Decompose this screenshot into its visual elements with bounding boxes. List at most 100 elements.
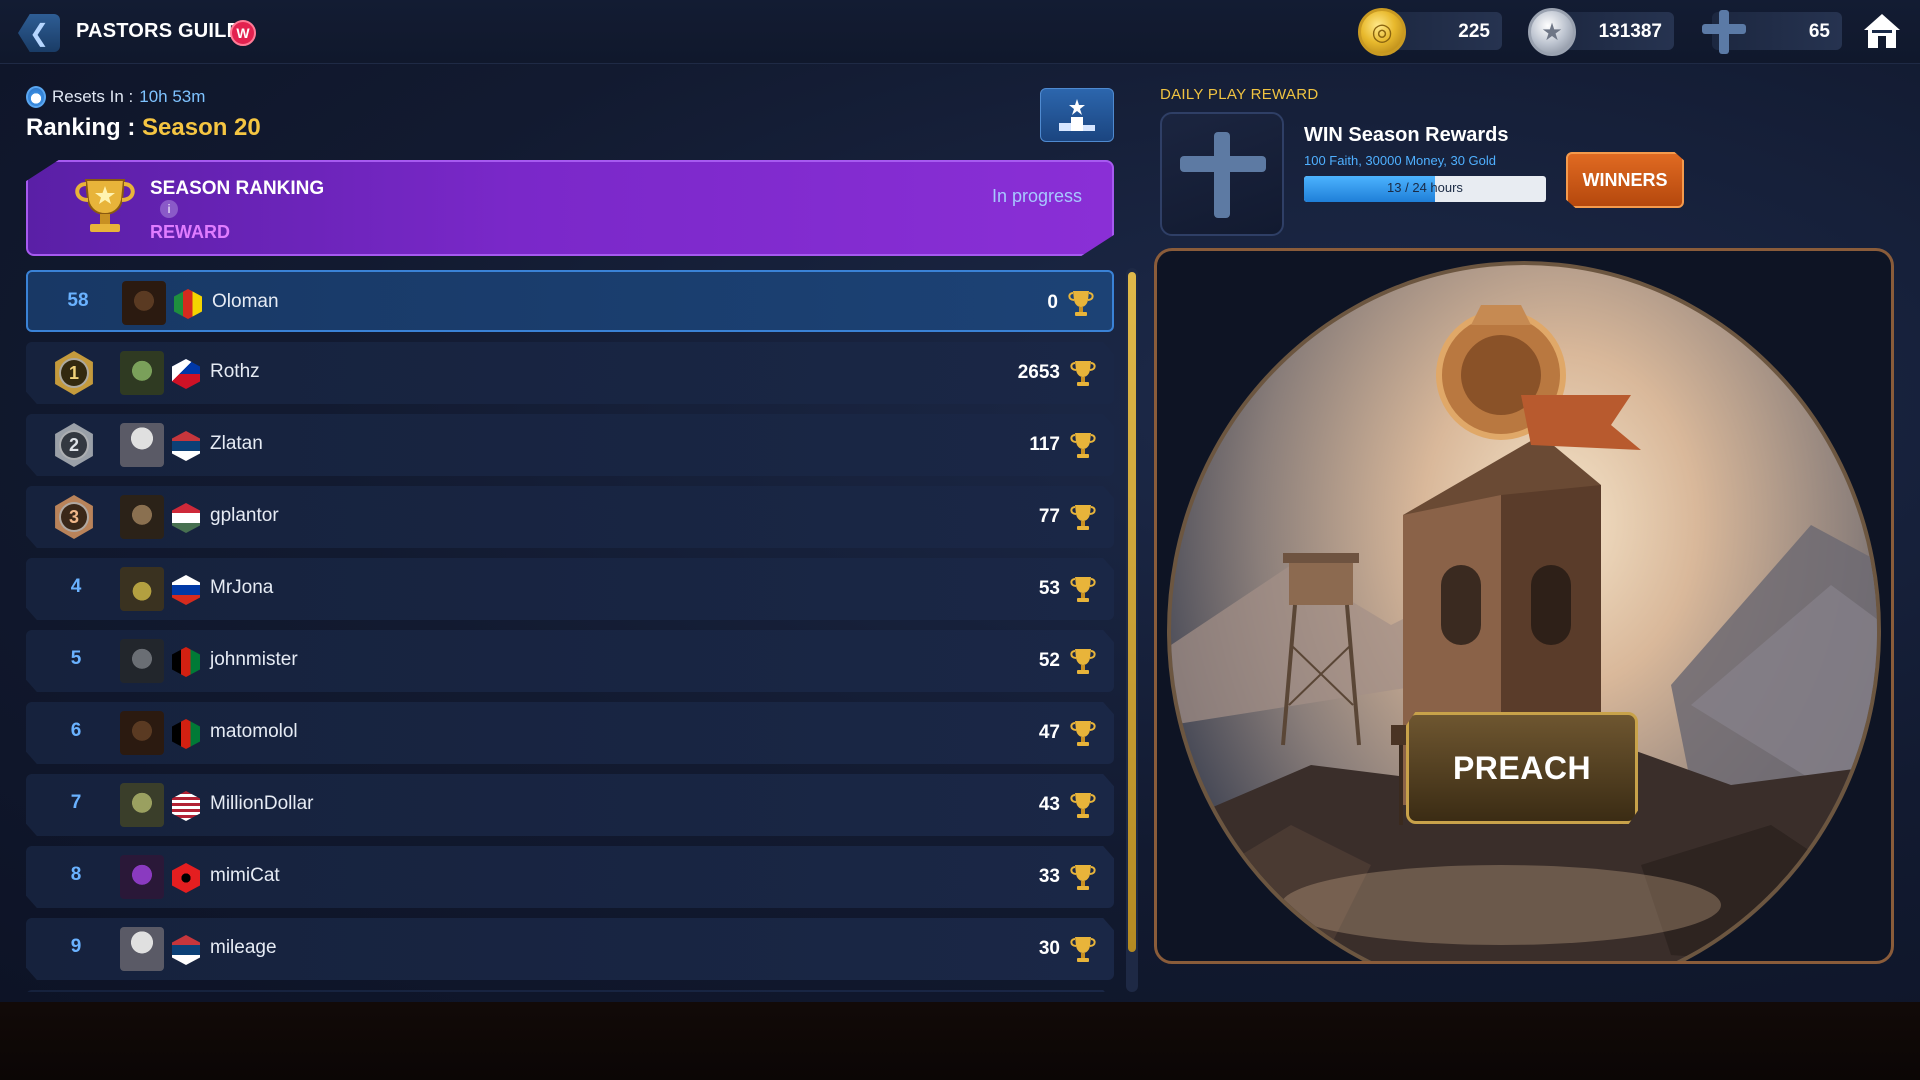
bronze-medal-icon: 3 xyxy=(55,495,93,539)
player-avatar[interactable] xyxy=(120,351,164,395)
rank-row[interactable]: 5 johnmister 52 xyxy=(26,630,1114,692)
game-screen: ❮ PASTORS GUILD - W 225 ◎ 131387 ★ 65 Re… xyxy=(0,0,1920,1002)
player-score: 117 xyxy=(1029,434,1060,455)
country-flag-icon xyxy=(172,791,200,821)
player-score: 33 xyxy=(1038,866,1060,887)
rank-row[interactable]: 3 gplantor 77 xyxy=(26,486,1114,548)
player-avatar[interactable] xyxy=(120,927,164,971)
player-name: Oloman xyxy=(212,291,279,312)
stopwatch-icon xyxy=(26,86,46,108)
back-button[interactable]: ❮ xyxy=(18,14,60,52)
daily-play-reward-label: DAILY PLAY REWARD xyxy=(1160,86,1319,103)
preach-scene-image xyxy=(1167,261,1881,961)
player-score: 52 xyxy=(1038,650,1060,671)
player-avatar[interactable] xyxy=(120,855,164,899)
banner-status: In progress xyxy=(991,186,1082,206)
player-avatar[interactable] xyxy=(120,783,164,827)
country-flag-icon xyxy=(172,935,200,965)
ranking-scrollbar-thumb[interactable] xyxy=(1128,272,1136,952)
trophy-icon xyxy=(1070,721,1096,746)
player-score: 77 xyxy=(1038,506,1060,527)
player-score: 53 xyxy=(1038,578,1060,599)
winners-button[interactable]: WINNERS xyxy=(1566,152,1684,208)
trophy-icon xyxy=(1070,649,1096,674)
rank-row[interactable]: 1 Rothz 2653 xyxy=(26,342,1114,404)
ranking-heading: Ranking : Season 20 xyxy=(26,114,261,142)
silver-value: 131387 xyxy=(1598,21,1662,42)
bottom-strip xyxy=(0,1002,1920,1080)
country-flag-icon xyxy=(172,647,200,677)
daily-progress-bar: 13 / 24 hours xyxy=(1304,176,1546,202)
rank-row[interactable]: 7 MillionDollar 43 xyxy=(26,774,1114,836)
my-rank-row[interactable]: 58 Oloman 0 xyxy=(26,270,1114,332)
trophy-icon xyxy=(1070,577,1096,602)
player-avatar[interactable] xyxy=(120,495,164,539)
player-avatar[interactable] xyxy=(120,423,164,467)
player-name: gplantor xyxy=(210,505,279,526)
player-name: mileage xyxy=(210,937,277,958)
player-score: 43 xyxy=(1038,794,1060,815)
rank-number: 2 xyxy=(59,430,89,460)
country-flag-icon xyxy=(172,503,200,533)
home-icon[interactable] xyxy=(1862,12,1902,50)
player-score: 30 xyxy=(1038,938,1060,959)
rank-number: 5 xyxy=(70,648,82,669)
trophy-icon xyxy=(1070,793,1096,818)
silver-medal-icon: 2 xyxy=(55,423,93,467)
season-name: Season 20 xyxy=(142,114,261,141)
guild-title: PASTORS GUILD - xyxy=(76,20,254,42)
rank-row[interactable]: 2 Zlatan 117 xyxy=(26,414,1114,476)
faith-value: 65 xyxy=(1808,21,1830,42)
podium-icon xyxy=(1059,99,1095,131)
trophy-icon xyxy=(1070,361,1096,386)
player-avatar[interactable] xyxy=(120,639,164,683)
trophy-icon xyxy=(1070,433,1096,458)
player-name: johnmister xyxy=(210,649,298,670)
church-tower-illustration xyxy=(1171,305,1877,961)
banner-title: SEASON RANKING xyxy=(150,178,325,199)
country-flag-icon xyxy=(172,863,200,893)
resets-time: 10h 53m xyxy=(139,87,206,106)
silver-coin-icon: ★ xyxy=(1528,8,1576,56)
resets-label: Resets In : xyxy=(52,87,134,106)
player-name: Zlatan xyxy=(210,433,263,454)
leaderboard-button[interactable] xyxy=(1040,88,1114,142)
preach-button[interactable]: PREACH xyxy=(1406,712,1638,824)
guild-badge[interactable]: W xyxy=(230,20,256,46)
trophy-icon xyxy=(1070,937,1096,962)
player-name: matomolol xyxy=(210,721,298,742)
player-avatar[interactable] xyxy=(120,567,164,611)
player-avatar[interactable] xyxy=(122,281,166,325)
player-name: MillionDollar xyxy=(210,793,314,814)
reward-item-box[interactable] xyxy=(1160,112,1284,236)
gold-medal-icon: 1 xyxy=(55,351,93,395)
ranking-list[interactable]: 5 8 Oloman 0 1 Rothz 2653 2 Zlatan 117 3 gplantor 77… xyxy=(26,270,1114,992)
rank-row[interactable]: 4 MrJona 53 xyxy=(26,558,1114,620)
win-season-description: 100 Faith, 30000 Money, 30 Gold xyxy=(1304,153,1496,168)
player-name: mimiCat xyxy=(210,865,280,886)
rank-number: 8 xyxy=(70,864,82,885)
player-score: 0 xyxy=(1047,292,1058,313)
trophy-icon xyxy=(1070,865,1096,890)
country-flag-icon xyxy=(172,575,200,605)
player-name: MrJona xyxy=(210,577,274,598)
win-season-title: WIN Season Rewards xyxy=(1304,124,1509,146)
player-score: 2653 xyxy=(1017,362,1060,383)
rank-row[interactable]: 9 mileage 30 xyxy=(26,918,1114,980)
player-avatar[interactable] xyxy=(120,711,164,755)
player-name: Rothz xyxy=(210,361,260,382)
rank-row[interactable]: 6 matomolol 47 xyxy=(26,702,1114,764)
ranking-label: Ranking : xyxy=(26,114,136,141)
rank-row[interactable] xyxy=(26,990,1114,992)
rank-number: 1 xyxy=(59,358,89,388)
preach-scene-frame xyxy=(1154,248,1894,964)
season-ranking-banner[interactable]: SEASON RANKING i REWARD In progress xyxy=(26,160,1114,256)
rank-number: 3 xyxy=(59,502,89,532)
country-flag-icon xyxy=(172,431,200,461)
reset-timer: Resets In : 10h 53m xyxy=(26,86,205,108)
rank-row[interactable]: 8 mimiCat 33 xyxy=(26,846,1114,908)
info-icon[interactable]: i xyxy=(160,200,178,218)
trophy-icon xyxy=(75,179,135,232)
cross-icon xyxy=(1700,8,1748,56)
country-flag-icon xyxy=(172,359,200,389)
